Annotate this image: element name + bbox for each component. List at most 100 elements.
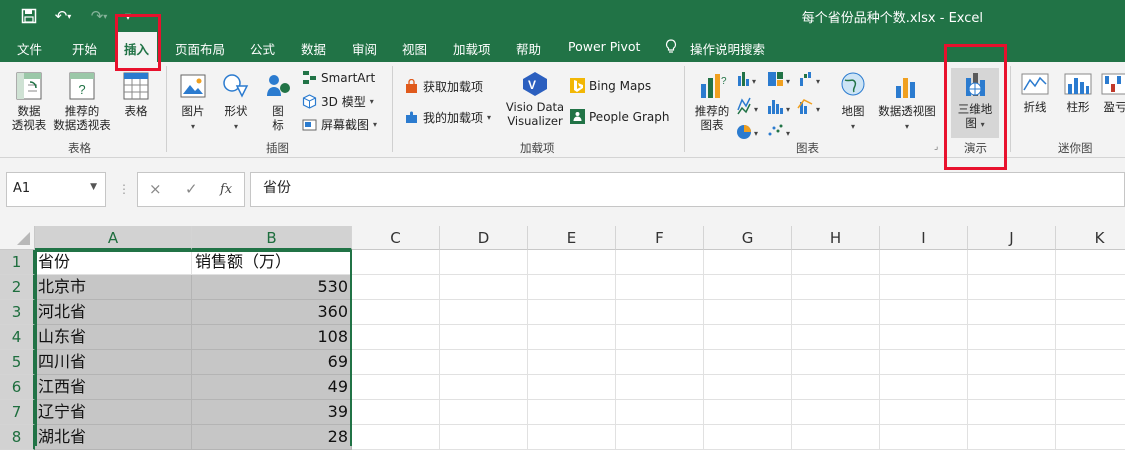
cell-b[interactable]: 39 — [192, 400, 352, 425]
tab-file[interactable]: 文件 — [17, 39, 42, 58]
column-header[interactable]: F — [616, 226, 704, 250]
sparkline-column-button[interactable]: 柱形 — [1060, 70, 1096, 114]
empty-cell[interactable] — [704, 300, 792, 325]
empty-cell[interactable] — [616, 275, 704, 300]
empty-cell[interactable] — [528, 425, 616, 450]
name-box[interactable]: A1 ▼ — [6, 172, 106, 207]
tab-addins[interactable]: 加载项 — [453, 39, 491, 58]
row-header[interactable]: 3 — [0, 300, 35, 325]
screenshot-button[interactable]: 屏幕截图 ▾ — [302, 116, 377, 133]
sparkline-winloss-button[interactable]: 盈亏 — [1100, 70, 1125, 114]
recommended-charts-button[interactable]: ? 推荐的 图表 — [692, 70, 732, 132]
empty-cell[interactable] — [528, 400, 616, 425]
empty-cell[interactable] — [968, 325, 1056, 350]
row-header[interactable]: 4 — [0, 325, 35, 350]
empty-cell[interactable] — [1056, 300, 1125, 325]
empty-cell[interactable] — [440, 400, 528, 425]
empty-cell[interactable] — [352, 275, 440, 300]
cell-a[interactable]: 河北省 — [35, 300, 192, 325]
column-header[interactable]: K — [1056, 226, 1125, 250]
tab-formulas[interactable]: 公式 — [250, 39, 275, 58]
empty-cell[interactable] — [352, 375, 440, 400]
empty-cell[interactable] — [792, 325, 880, 350]
empty-cell[interactable] — [968, 375, 1056, 400]
empty-cell[interactable] — [792, 425, 880, 450]
formula-input[interactable]: 省份 — [250, 172, 1125, 207]
column-header[interactable]: I — [880, 226, 968, 250]
empty-cell[interactable] — [968, 350, 1056, 375]
enter-icon[interactable]: ✓ — [185, 180, 198, 198]
undo-icon[interactable]: ↶ ▾ — [48, 6, 78, 26]
empty-cell[interactable] — [1056, 425, 1125, 450]
empty-cell[interactable] — [616, 300, 704, 325]
cell-a[interactable]: 省份 — [35, 250, 192, 275]
tell-me-search[interactable]: 操作说明搜索 — [690, 39, 765, 58]
empty-cell[interactable] — [352, 250, 440, 275]
column-header[interactable]: H — [792, 226, 880, 250]
cell-a[interactable]: 辽宁省 — [35, 400, 192, 425]
waterfall-chart-icon[interactable]: ▾ — [800, 72, 820, 86]
table-button[interactable]: 表格 — [116, 70, 156, 118]
worksheet-grid[interactable]: A B C D E F G H I J K 1 省份 销售额（万） 2 北京市 530 3 河… — [0, 226, 1125, 450]
line-chart-icon[interactable]: ▾ — [737, 97, 758, 115]
empty-cell[interactable] — [1056, 325, 1125, 350]
column-header[interactable]: J — [968, 226, 1056, 250]
empty-cell[interactable] — [792, 375, 880, 400]
column-header[interactable]: C — [352, 226, 440, 250]
empty-cell[interactable] — [968, 400, 1056, 425]
cell-b[interactable]: 销售额（万） — [192, 250, 352, 275]
shapes-button[interactable]: 形状 ▾ — [216, 70, 256, 134]
empty-cell[interactable] — [880, 325, 968, 350]
row-header[interactable]: 2 — [0, 275, 35, 300]
empty-cell[interactable] — [704, 325, 792, 350]
tab-help[interactable]: 帮助 — [516, 39, 541, 58]
hierarchy-chart-icon[interactable]: ▾ — [768, 72, 790, 86]
redo-icon[interactable]: ↷ ▾ — [84, 6, 114, 26]
empty-cell[interactable] — [792, 250, 880, 275]
tab-page-layout[interactable]: 页面布局 — [175, 39, 225, 58]
cell-b[interactable]: 108 — [192, 325, 352, 350]
pivot-chart-button[interactable]: 数据透视图 ▾ — [872, 70, 942, 134]
empty-cell[interactable] — [616, 400, 704, 425]
empty-cell[interactable] — [968, 250, 1056, 275]
empty-cell[interactable] — [352, 425, 440, 450]
empty-cell[interactable] — [440, 300, 528, 325]
empty-cell[interactable] — [880, 400, 968, 425]
column-header[interactable]: A — [35, 226, 192, 250]
empty-cell[interactable] — [616, 350, 704, 375]
empty-cell[interactable] — [968, 300, 1056, 325]
empty-cell[interactable] — [440, 350, 528, 375]
empty-cell[interactable] — [704, 275, 792, 300]
empty-cell[interactable] — [1056, 350, 1125, 375]
icons-button[interactable]: 图标 — [262, 70, 294, 132]
empty-cell[interactable] — [1056, 250, 1125, 275]
empty-cell[interactable] — [1056, 400, 1125, 425]
recommended-pivot-button[interactable]: ? 推荐的 数据透视表 — [50, 70, 114, 132]
tab-review[interactable]: 审阅 — [352, 39, 377, 58]
pictures-button[interactable]: 图片 ▾ — [174, 70, 212, 134]
row-header[interactable]: 8 — [0, 425, 35, 450]
cell-b[interactable]: 360 — [192, 300, 352, 325]
cell-b[interactable]: 530 — [192, 275, 352, 300]
chevron-down-icon[interactable]: ▼ — [90, 182, 97, 192]
empty-cell[interactable] — [704, 375, 792, 400]
cancel-icon[interactable]: × — [149, 180, 162, 198]
empty-cell[interactable] — [880, 350, 968, 375]
dialog-launcher-icon[interactable]: ⌟ — [934, 142, 938, 152]
empty-cell[interactable] — [792, 275, 880, 300]
empty-cell[interactable] — [880, 250, 968, 275]
save-icon[interactable] — [18, 6, 40, 26]
select-all-corner[interactable] — [0, 226, 35, 250]
row-header[interactable]: 7 — [0, 400, 35, 425]
empty-cell[interactable] — [1056, 375, 1125, 400]
empty-cell[interactable] — [704, 425, 792, 450]
visio-visualizer-button[interactable]: V Visio Data Visualizer — [502, 70, 568, 128]
more-options-icon[interactable]: ⋮ — [118, 182, 130, 196]
3d-map-button[interactable]: 三维地图 ▾ — [951, 68, 999, 138]
empty-cell[interactable] — [880, 300, 968, 325]
empty-cell[interactable] — [352, 350, 440, 375]
empty-cell[interactable] — [440, 275, 528, 300]
sparkline-line-button[interactable]: 折线 — [1017, 70, 1053, 114]
cell-a[interactable]: 四川省 — [35, 350, 192, 375]
tab-power-pivot[interactable]: Power Pivot — [568, 39, 640, 54]
